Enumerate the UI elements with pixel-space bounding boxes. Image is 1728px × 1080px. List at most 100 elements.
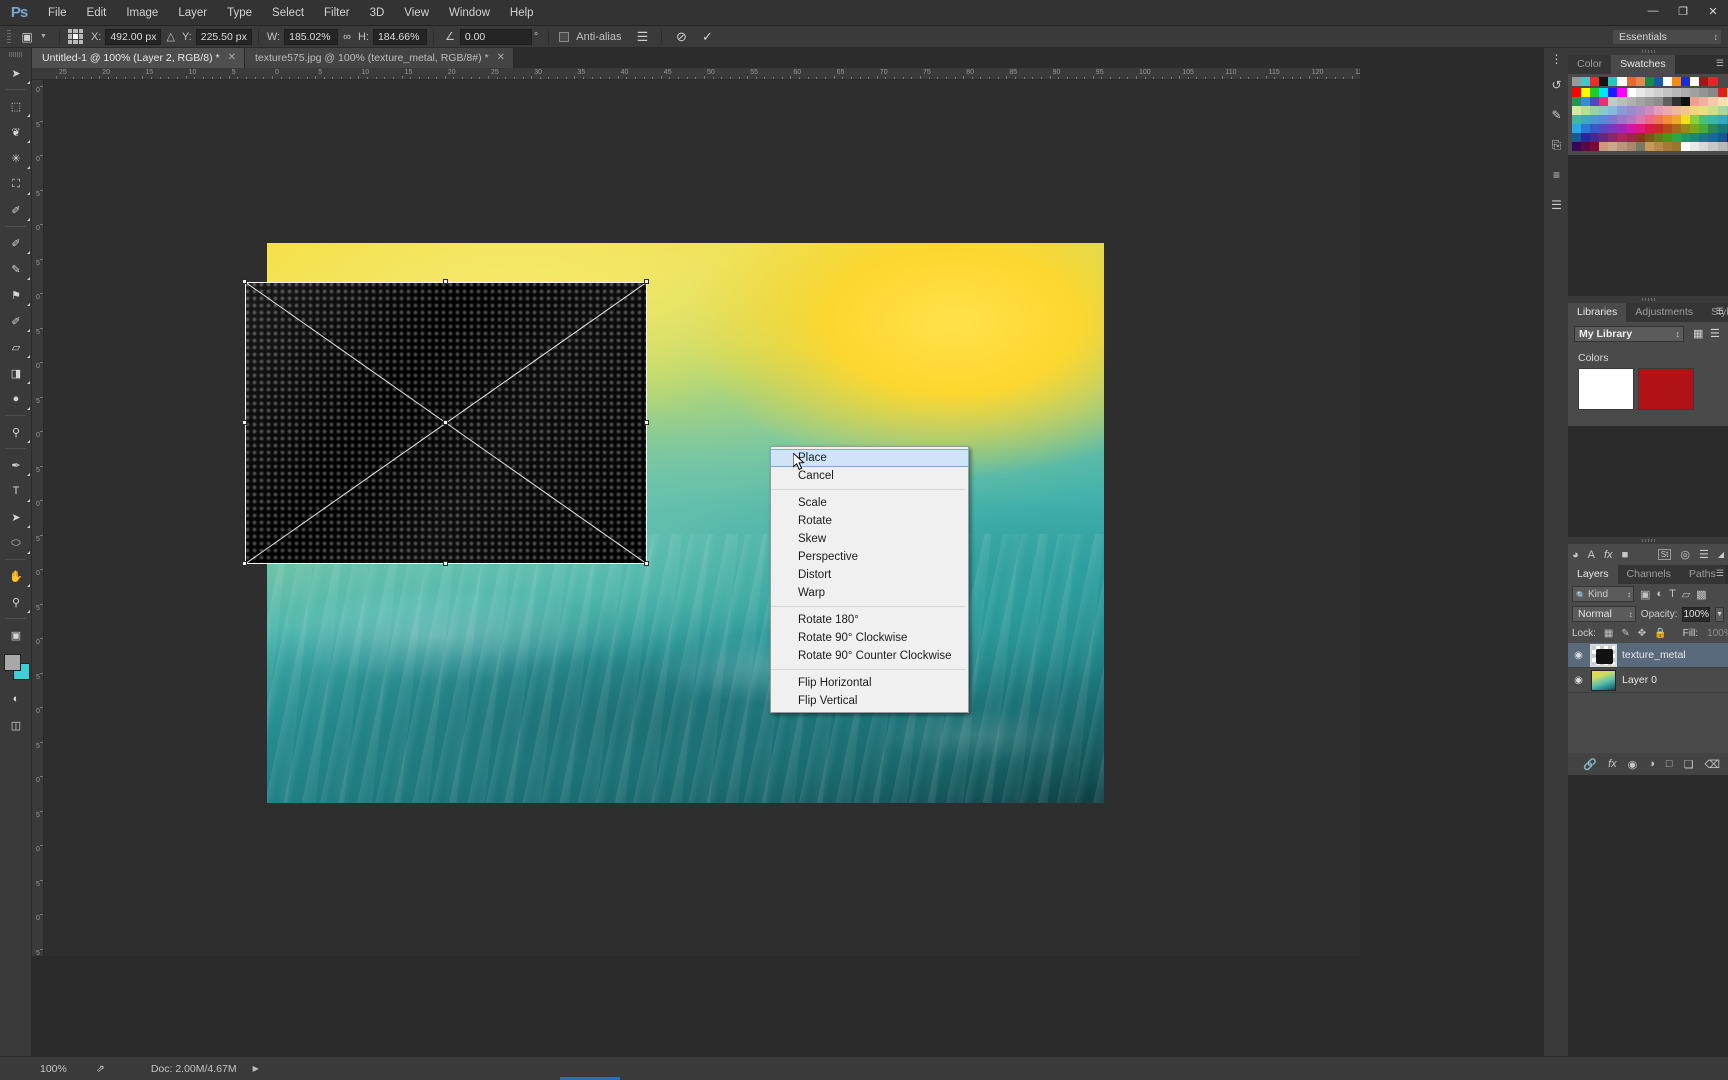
color-swatch[interactable] [1699,97,1709,106]
color-swatch[interactable] [1681,115,1691,124]
styles-icon[interactable]: St [1657,549,1672,560]
context-menu-item-rotate[interactable]: Rotate [771,512,968,530]
filter-image-icon[interactable]: ▣ [1640,588,1650,601]
color-swatch[interactable] [1626,106,1636,115]
cancel-transform-icon[interactable]: ⊘ [668,28,694,46]
color-swatch[interactable] [1626,115,1636,124]
recent-swatch[interactable] [1681,77,1691,86]
tab-layers[interactable]: Layers [1568,565,1618,584]
layer-thumbnail[interactable] [1591,669,1616,691]
menu-image[interactable]: Image [116,0,168,26]
spot-healing-brush-tool[interactable]: ✐ [0,230,32,256]
lock-position-icon[interactable]: ✥ [1638,628,1646,639]
solid-adjust-icon[interactable]: ■ [1622,549,1629,561]
context-menu-item-scale[interactable]: Scale [771,494,968,512]
color-swatch[interactable] [1717,106,1727,115]
color-swatch[interactable] [1653,106,1663,115]
restore-button[interactable]: ❐ [1668,0,1698,22]
swatches-grid[interactable] [1568,86,1728,155]
recent-swatches-row[interactable] [1568,74,1728,86]
color-swatch[interactable] [1617,133,1627,142]
color-swatch[interactable] [1572,88,1582,97]
context-menu-item-distort[interactable]: Distort [771,566,968,584]
fx-adjust-icon[interactable]: fx [1604,549,1613,561]
color-swatch[interactable] [1599,97,1609,106]
color-swatch[interactable] [1644,124,1654,133]
color-swatch[interactable] [1717,133,1727,142]
color-swatch[interactable] [1699,115,1709,124]
color-swatch[interactable] [1608,88,1618,97]
document-tab-1[interactable]: texture575.jpg @ 100% (texture_metal, RG… [244,48,514,68]
color-swatch[interactable] [1617,142,1627,151]
color-swatch[interactable] [1608,106,1618,115]
menu-edit[interactable]: Edit [77,0,117,26]
color-panel-grip[interactable] [1568,48,1728,55]
color-swatch[interactable] [1690,88,1700,97]
color-swatch[interactable] [1717,115,1727,124]
context-menu-item-skew[interactable]: Skew [771,530,968,548]
history-icon[interactable]: ◎ [1680,548,1690,561]
color-swatch[interactable] [1681,142,1691,151]
color-swatch[interactable] [1590,88,1600,97]
link-layers-icon[interactable]: 🔗 [1583,758,1597,771]
brush-tool[interactable]: ✎ [0,256,32,282]
color-swatch[interactable] [1590,115,1600,124]
menu-view[interactable]: View [394,0,439,26]
color-swatch[interactable] [1690,106,1700,115]
status-expand-arrow-icon[interactable]: ▶ [253,1064,259,1073]
color-swatch[interactable] [1599,88,1609,97]
lasso-tool[interactable]: ❦ [0,119,32,145]
library-selector[interactable]: My Library [1574,326,1684,342]
recent-swatch[interactable] [1708,77,1718,86]
transform-handle-mr[interactable] [644,420,649,425]
recent-swatch[interactable] [1699,77,1709,86]
color-swatch[interactable] [1662,142,1673,151]
color-swatch[interactable] [1699,106,1709,115]
color-swatch[interactable] [1644,115,1654,124]
move-tool[interactable]: ➤ [0,60,32,86]
new-group-icon[interactable]: □ [1666,758,1673,770]
blend-mode-selector[interactable]: Normal [1572,606,1636,622]
menu-help[interactable]: Help [500,0,544,26]
link-aspect-ratio-icon[interactable]: ∞ [338,31,356,43]
menu-file[interactable]: File [38,0,77,26]
color-swatch[interactable] [1662,124,1673,133]
libraries-panel-menu-icon[interactable]: ☰ [1716,307,1724,316]
color-swatch[interactable] [1635,88,1645,97]
color-swatch[interactable] [1599,115,1609,124]
color-swatch[interactable] [1626,133,1636,142]
color-swatch[interactable] [1635,97,1645,106]
color-swatch[interactable] [1681,88,1691,97]
color-swatch[interactable] [1690,115,1700,124]
filter-shape-icon[interactable]: ▱ [1682,588,1690,601]
layer-visibility-eye-icon[interactable]: ◉ [1572,650,1585,661]
antialias-checkbox[interactable]: Anti-alias [555,31,629,43]
context-menu-item-rotate-90-clockwise[interactable]: Rotate 90° Clockwise [771,629,968,647]
color-swatch[interactable] [1690,97,1700,106]
character-panel-icon[interactable]: ≡ [1544,160,1569,190]
color-swatch[interactable] [1590,124,1600,133]
clone-stamp-tool[interactable]: ⚑ [0,282,32,308]
relative-position-icon[interactable]: △ [161,30,179,43]
lock-transparency-icon[interactable]: ▦ [1604,628,1613,639]
color-swatch[interactable] [1617,88,1627,97]
color-swatch[interactable] [1617,97,1627,106]
tab-swatches[interactable]: Swatches [1611,55,1675,74]
pen-tool[interactable]: ✒ [0,452,32,478]
color-swatch[interactable] [1626,142,1636,151]
transform-handle-bl[interactable] [242,561,247,566]
libraries-panel-grip[interactable] [1568,296,1728,303]
commit-transform-icon[interactable]: ✓ [694,28,720,46]
tab-channels[interactable]: Channels [1617,565,1680,584]
layers-panel-grip[interactable] [1568,537,1728,544]
context-menu-item-rotate-180[interactable]: Rotate 180° [771,611,968,629]
layer-row[interactable]: ◉ Layer 0 [1568,668,1728,693]
grid-view-icon[interactable]: ▦ [1693,327,1707,341]
menu-filter[interactable]: Filter [314,0,360,26]
color-swatch[interactable] [1635,124,1645,133]
transform-handle-ml[interactable] [242,420,247,425]
color-swatch[interactable] [1653,142,1663,151]
workspace-selector[interactable]: Essentials [1612,29,1722,45]
filter-smartobject-icon[interactable]: ▩ [1696,588,1706,601]
properties-panel-icon[interactable]: ☰ [1544,190,1569,220]
